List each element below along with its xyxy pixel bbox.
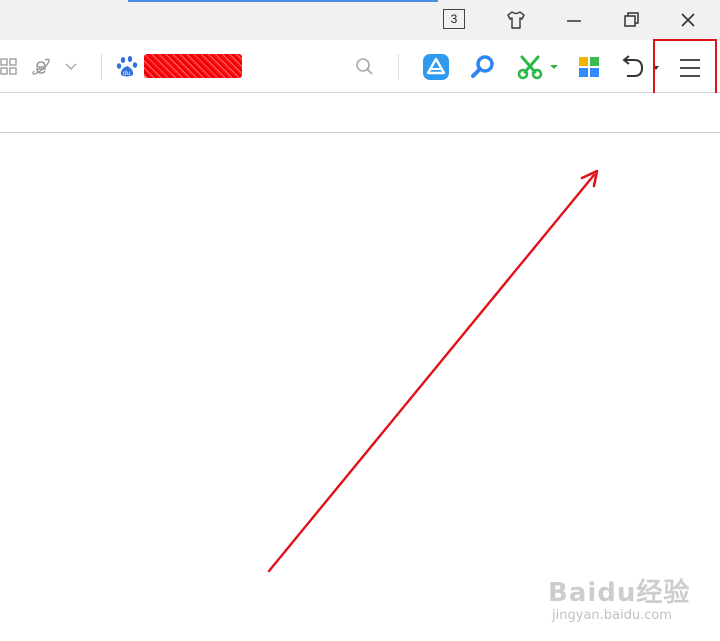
app-store-icon[interactable] [421, 52, 451, 82]
dropdown-arrow-icon[interactable] [548, 62, 560, 72]
close-icon[interactable] [672, 4, 704, 36]
active-tab-accent [128, 0, 438, 2]
minimize-icon[interactable] [558, 4, 590, 36]
undo-icon[interactable] [618, 53, 648, 81]
watermark-brand: Baidu经验 [548, 578, 691, 608]
baidu-paw-icon[interactable]: du [115, 54, 141, 80]
menu-highlight-box [653, 39, 717, 99]
magnifier-icon[interactable] [469, 53, 497, 81]
baidu-jingyan-watermark: Baidu经验 jingyan.baidu.com [548, 572, 698, 632]
toolbar-separator [398, 54, 399, 80]
apps-grid-icon[interactable] [0, 56, 18, 76]
svg-text:du: du [123, 70, 131, 77]
skin-icon[interactable] [500, 4, 532, 36]
chevron-down-icon[interactable] [63, 60, 79, 74]
annotation-arrow [267, 169, 599, 573]
title-bar: 3 [0, 0, 720, 40]
search-query-redacted[interactable] [144, 54, 242, 78]
bookmarks-bar [0, 93, 720, 133]
search-icon[interactable] [354, 56, 376, 78]
tab-count-badge[interactable]: 3 [443, 9, 465, 29]
page-content [0, 133, 720, 641]
browser-toolbar: du [0, 40, 720, 93]
app-center-icon[interactable] [576, 54, 602, 80]
scissors-icon[interactable] [515, 53, 545, 81]
watermark-url: jingyan.baidu.com [552, 608, 672, 623]
toolbar-separator [101, 54, 102, 80]
ie-compat-icon[interactable] [30, 56, 52, 78]
restore-icon[interactable] [615, 4, 647, 36]
